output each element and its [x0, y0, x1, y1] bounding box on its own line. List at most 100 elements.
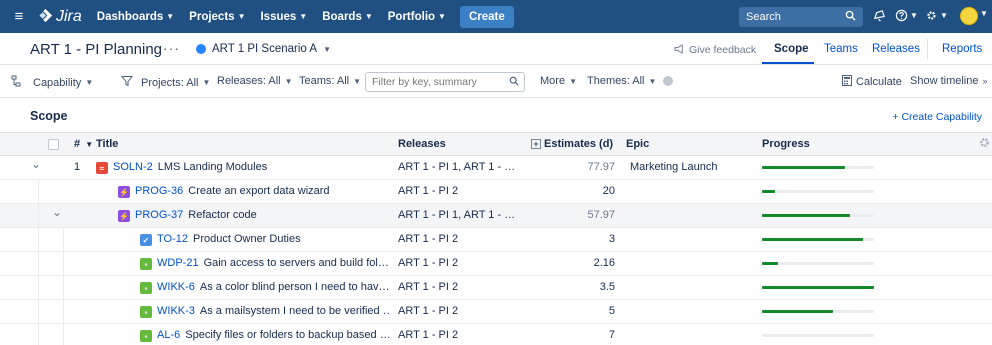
help-menu[interactable]: ▼	[895, 9, 918, 22]
table-row[interactable]: ⚡ PROG-36 Create an export data wizard ART …	[0, 180, 992, 204]
show-timeline-label: Show timeline	[910, 75, 979, 87]
hierarchy-selector[interactable]: Capability ▼	[11, 75, 93, 90]
tab-releases[interactable]: Releases	[872, 43, 920, 55]
estimate-cell[interactable]: 3	[535, 233, 615, 245]
scenario-selector[interactable]: ART 1 PI Scenario A ▼	[196, 43, 331, 55]
info-icon[interactable]	[663, 76, 674, 86]
scenario-name: ART 1 PI Scenario A	[212, 43, 318, 55]
estimate-cell[interactable]: 57.97	[535, 209, 615, 221]
nav-dashboards[interactable]: Dashboards ▼	[97, 11, 174, 23]
plan-header: ART 1 - PI Planning ··· ART 1 PI Scenari…	[0, 33, 992, 65]
more-actions-button[interactable]: ···	[163, 40, 180, 56]
story-type-icon: ▪	[140, 282, 152, 294]
column-rank[interactable]: # ▼	[74, 138, 93, 150]
releases-cell[interactable]: ART 1 - PI 2	[398, 329, 458, 341]
chevron-down-icon: ▼	[648, 76, 657, 86]
give-feedback-link[interactable]: Give feedback	[674, 44, 756, 57]
projects-filter[interactable]: Projects: All ▼	[120, 75, 210, 90]
releases-cell[interactable]: ART 1 - PI 2	[398, 233, 458, 245]
chevron-down-icon: ▼	[284, 76, 293, 86]
issue-title-cell: TO-12 Product Owner Duties	[157, 233, 390, 245]
jira-logo[interactable]: Jira	[38, 8, 82, 26]
teams-filter[interactable]: Teams: All ▼	[299, 75, 361, 87]
create-capability-link[interactable]: + Create Capability	[892, 111, 982, 123]
issue-title-cell: PROG-36 Create an export data wizard	[135, 185, 390, 197]
teams-filter-label: Teams: All	[299, 75, 350, 87]
table-row[interactable]: ⌄ 1 ≈ SOLN-2 LMS Landing Modules ART 1 - PI 1…	[0, 156, 992, 180]
column-epic[interactable]: Epic	[626, 138, 649, 150]
issue-key-link[interactable]: TO-12	[157, 233, 188, 245]
estimate-cell[interactable]: 7	[535, 329, 615, 341]
chevron-down-icon: ▼	[323, 44, 331, 54]
collapse-chevron-icon[interactable]: ⌄	[31, 157, 41, 171]
user-avatar[interactable]	[960, 7, 978, 25]
issue-title-cell: WDP-21 Gain access to servers and build f…	[157, 257, 390, 269]
releases-cell[interactable]: ART 1 - PI 2	[398, 305, 458, 317]
releases-cell[interactable]: ART 1 - PI 2	[398, 281, 458, 293]
show-timeline-toggle[interactable]: Show timeline »	[910, 75, 988, 87]
issue-key-link[interactable]: WIKK-6	[157, 281, 195, 293]
issue-key-link[interactable]: SOLN-2	[113, 161, 153, 173]
progress-bar-fill	[762, 262, 778, 265]
issue-title-cell: WIKK-6 As a color blind person I need to …	[157, 281, 390, 293]
estimate-cell[interactable]: 3.5	[535, 281, 615, 293]
filter-search-input[interactable]	[365, 72, 525, 92]
tab-teams[interactable]: Teams	[824, 43, 858, 55]
table-row[interactable]: ▪ AL-6 Specify files or folders to backup …	[0, 324, 992, 345]
releases-cell[interactable]: ART 1 - PI 1, ART 1 - …	[398, 209, 515, 221]
column-releases[interactable]: Releases	[398, 138, 446, 150]
settings-menu[interactable]: ▼	[925, 9, 948, 22]
more-filters[interactable]: More ▼	[540, 75, 577, 87]
estimate-cell[interactable]: 20	[535, 185, 615, 197]
issue-key-link[interactable]: AL-6	[157, 329, 180, 341]
issue-key-link[interactable]: PROG-36	[135, 185, 183, 197]
avatar-menu-caret[interactable]: ▼	[980, 9, 988, 18]
notifications-icon[interactable]	[873, 9, 886, 22]
story-type-icon: ▪	[140, 258, 152, 270]
search-input[interactable]: Search	[739, 7, 863, 27]
chevron-down-icon: ▼	[353, 76, 362, 86]
issue-key-link[interactable]: WDP-21	[157, 257, 199, 269]
column-progress[interactable]: Progress	[762, 138, 810, 150]
nav-boards[interactable]: Boards ▼	[322, 11, 373, 23]
column-title[interactable]: Title	[96, 138, 118, 150]
column-estimates[interactable]: + Estimates (d)	[531, 138, 613, 150]
issue-summary: As a mailsystem I need to be verified …	[199, 305, 390, 317]
select-all-checkbox[interactable]	[48, 139, 59, 153]
releases-cell[interactable]: ART 1 - PI 1, ART 1 - …	[398, 161, 515, 173]
table-row[interactable]: ▪ WDP-21 Gain access to servers and build …	[0, 252, 992, 276]
chevron-down-icon: ▼	[438, 12, 446, 21]
page-title: ART 1 - PI Planning	[30, 41, 163, 58]
issue-key-link[interactable]: PROG-37	[135, 209, 183, 221]
estimate-cell[interactable]: 77.97	[535, 161, 615, 173]
sort-down-icon: ▼	[85, 140, 94, 149]
capability-type-icon: ≈	[96, 162, 108, 174]
themes-filter[interactable]: Themes: All ▼	[587, 75, 674, 87]
table-row[interactable]: ▪ WIKK-6 As a color blind person I need to…	[0, 276, 992, 300]
estimate-cell[interactable]: 2.16	[535, 257, 615, 269]
expand-column-icon[interactable]: +	[531, 139, 541, 149]
table-row[interactable]: ⌄ ⚡ PROG-37 Refactor code ART 1 - PI 1, ART …	[0, 204, 992, 228]
estimate-cell[interactable]: 5	[535, 305, 615, 317]
hamburger-menu-icon[interactable]: ≡	[8, 8, 30, 25]
tab-reports[interactable]: Reports	[942, 43, 982, 55]
progress-bar	[762, 166, 874, 169]
releases-cell[interactable]: ART 1 - PI 2	[398, 257, 458, 269]
create-button[interactable]: Create	[459, 5, 514, 28]
hierarchy-guide-line	[38, 180, 39, 345]
table-row[interactable]: ▪ WIKK-3 As a mailsystem I need to be veri…	[0, 300, 992, 324]
tab-scope[interactable]: Scope	[774, 43, 809, 55]
issue-key-link[interactable]: WIKK-3	[157, 305, 195, 317]
issue-summary: LMS Landing Modules	[157, 161, 268, 173]
table-row[interactable]: ✓ TO-12 Product Owner Duties ART 1 - PI 2 3	[0, 228, 992, 252]
nav-projects[interactable]: Projects ▼	[189, 11, 245, 23]
calculate-button[interactable]: Calculate	[842, 75, 902, 89]
column-settings-gear-icon[interactable]	[978, 136, 991, 152]
nav-portfolio[interactable]: Portfolio ▼	[388, 11, 446, 23]
nav-issues[interactable]: Issues ▼	[260, 11, 307, 23]
collapse-chevron-icon[interactable]: ⌄	[52, 205, 62, 219]
releases-filter[interactable]: Releases: All ▼	[217, 75, 293, 87]
progress-bar	[762, 334, 874, 337]
nav-projects-label: Projects	[189, 10, 235, 23]
releases-cell[interactable]: ART 1 - PI 2	[398, 185, 458, 197]
